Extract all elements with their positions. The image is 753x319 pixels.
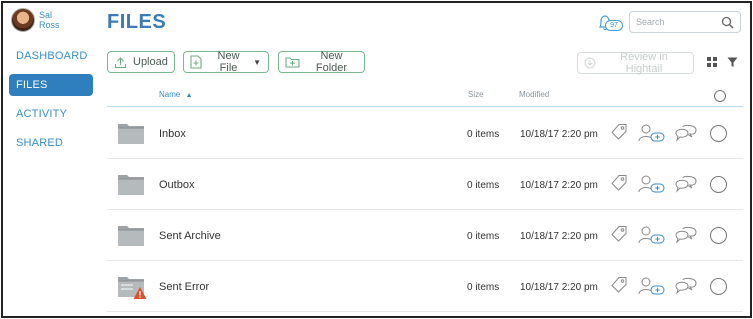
search-input[interactable] — [636, 15, 718, 29]
folder-icon — [117, 121, 145, 150]
comment-icon[interactable] — [674, 174, 698, 194]
review-label: Review in Hightail — [620, 51, 668, 75]
table-row[interactable]: Outbox 0 items 10/18/17 2:20 pm — [107, 159, 743, 210]
user-name[interactable]: Sal Ross — [39, 10, 69, 30]
share-user-icon[interactable] — [638, 174, 666, 194]
share-user-icon[interactable] — [638, 123, 666, 143]
sidebar-item-files[interactable]: FILES — [9, 74, 93, 96]
file-modified: 10/18/17 2:20 pm — [520, 282, 598, 293]
comment-icon[interactable] — [674, 123, 698, 143]
sidebar-item-activity[interactable]: ACTIVITY — [9, 103, 93, 125]
folder-icon — [117, 223, 145, 252]
tag-icon[interactable] — [610, 225, 628, 243]
table-header: Name ▲ Size Modified — [107, 87, 743, 107]
hightail-icon — [584, 57, 596, 69]
file-size: 0 items — [467, 231, 500, 242]
new-folder-icon — [285, 56, 300, 68]
column-header-name[interactable]: Name ▲ — [159, 90, 193, 99]
filter-icon[interactable] — [727, 57, 738, 68]
grid-view-icon[interactable] — [707, 57, 717, 67]
search-icon[interactable] — [721, 16, 734, 29]
share-user-icon[interactable] — [638, 225, 666, 245]
select-all-checkbox[interactable] — [714, 90, 726, 102]
file-name[interactable]: Sent Archive — [159, 230, 221, 242]
row-select-checkbox[interactable] — [710, 125, 727, 142]
row-select-checkbox[interactable] — [710, 278, 727, 295]
tag-icon[interactable] — [610, 123, 628, 141]
sidebar-item-shared[interactable]: SHARED — [9, 132, 93, 154]
review-in-hightail-button[interactable]: Review in Hightail — [577, 51, 694, 75]
upload-icon — [114, 56, 127, 69]
file-name[interactable]: Inbox — [159, 128, 186, 140]
new-file-button[interactable]: New File ▼ — [183, 50, 269, 74]
file-name[interactable]: Outbox — [159, 179, 194, 191]
table-row[interactable]: Sent Error 0 items 10/18/17 2:20 pm — [107, 261, 743, 312]
notification-count-badge: 97 — [605, 20, 623, 31]
table-row[interactable]: Inbox 0 items 10/18/17 2:20 pm — [107, 108, 743, 159]
page-title: FILES — [107, 11, 167, 33]
file-modified: 10/18/17 2:20 pm — [520, 129, 598, 140]
table-row[interactable]: Sent Archive 0 items 10/18/17 2:20 pm — [107, 210, 743, 261]
tag-icon[interactable] — [610, 276, 628, 294]
chevron-down-icon: ▼ — [253, 57, 261, 67]
new-folder-label: New Folder — [315, 50, 348, 74]
upload-label: Upload — [133, 56, 168, 68]
column-header-size[interactable]: Size — [468, 90, 484, 99]
tag-icon[interactable] — [610, 174, 628, 192]
file-size: 0 items — [467, 282, 500, 293]
file-name[interactable]: Sent Error — [159, 281, 209, 293]
search-box[interactable] — [629, 11, 741, 33]
folder-icon — [117, 172, 145, 201]
user-profile[interactable]: Sal Ross — [11, 8, 69, 32]
file-modified: 10/18/17 2:20 pm — [520, 180, 598, 191]
sidebar: Sal Ross DASHBOARD FILES ACTIVITY SHARED — [3, 3, 97, 316]
new-folder-button[interactable]: New Folder — [278, 50, 365, 74]
comment-icon[interactable] — [674, 225, 698, 245]
folder-icon — [117, 274, 147, 305]
sidebar-item-dashboard[interactable]: DASHBOARD — [9, 45, 93, 67]
share-user-icon[interactable] — [638, 276, 666, 296]
new-file-icon — [190, 55, 202, 69]
avatar[interactable] — [11, 8, 35, 32]
sidebar-nav: DASHBOARD FILES ACTIVITY SHARED — [9, 45, 93, 161]
row-select-checkbox[interactable] — [710, 176, 727, 193]
new-file-label: New File — [217, 50, 240, 74]
comment-icon[interactable] — [674, 276, 698, 296]
file-modified: 10/18/17 2:20 pm — [520, 231, 598, 242]
row-select-checkbox[interactable] — [710, 227, 727, 244]
file-size: 0 items — [467, 129, 500, 140]
sort-ascending-icon: ▲ — [185, 92, 193, 99]
column-header-modified[interactable]: Modified — [519, 90, 549, 99]
upload-button[interactable]: Upload — [107, 51, 175, 73]
notifications-button[interactable]: 97 — [595, 13, 625, 33]
files-window: Sal Ross DASHBOARD FILES ACTIVITY SHARED… — [1, 1, 752, 318]
file-size: 0 items — [467, 180, 500, 191]
